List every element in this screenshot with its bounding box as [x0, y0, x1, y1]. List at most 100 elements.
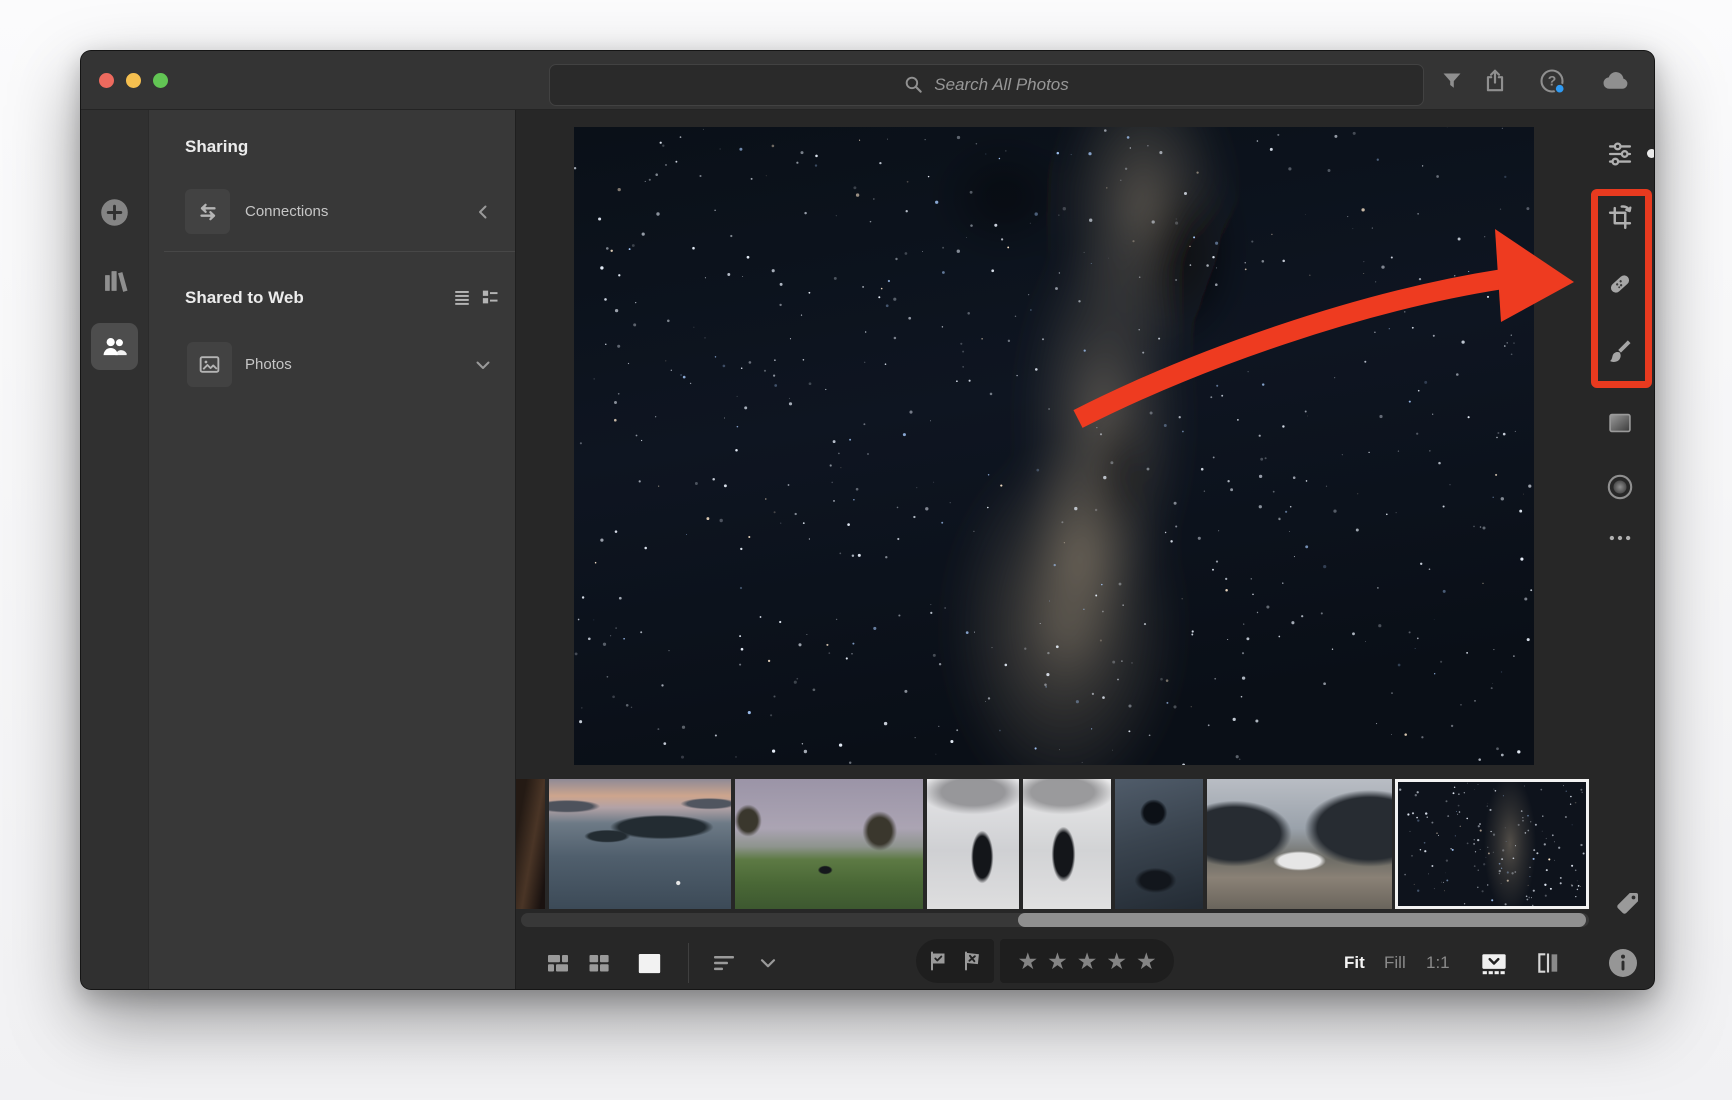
zoom-fill-button[interactable]: Fill — [1384, 950, 1406, 976]
crop-rotate-icon — [1606, 204, 1634, 232]
share-button[interactable] — [1477, 63, 1513, 99]
star-icon[interactable]: ★ — [1047, 950, 1068, 973]
cloud-icon — [1601, 66, 1631, 96]
zoom-fit-button[interactable]: Fit — [1344, 950, 1365, 976]
healing-brush-icon — [1606, 270, 1634, 298]
filmstrip — [516, 779, 1655, 909]
photos-album-row[interactable]: Photos — [149, 342, 517, 387]
before-after-icon — [1535, 950, 1561, 976]
radial-gradient-tool-button[interactable] — [1602, 469, 1638, 505]
thumbnail[interactable] — [1115, 779, 1203, 909]
star-icon[interactable]: ★ — [1077, 950, 1098, 973]
search-icon — [904, 75, 924, 95]
chevron-down-icon — [471, 353, 495, 377]
before-after-view-button[interactable] — [1531, 946, 1565, 980]
pick-flag-button[interactable] — [925, 948, 951, 974]
list-view-icon — [453, 288, 471, 306]
info-button[interactable] — [1605, 945, 1641, 981]
sharing-panel: Sharing Connections Shared to Web Photos — [148, 110, 516, 990]
info-icon — [1607, 947, 1639, 979]
rail-item-my-photos[interactable] — [91, 257, 138, 304]
list-view-toggle[interactable] — [447, 282, 477, 312]
milky-way-thumb — [1398, 782, 1586, 906]
help-button[interactable]: ? — [1534, 63, 1570, 99]
edit-tool-button[interactable] — [1602, 136, 1638, 172]
cloud-sync-button[interactable] — [1598, 63, 1634, 99]
radial-gradient-icon — [1606, 473, 1634, 501]
star-icon[interactable]: ★ — [1136, 950, 1157, 973]
chevron-left-icon — [471, 200, 495, 224]
star-icon[interactable]: ★ — [1106, 950, 1127, 973]
minimize-button[interactable] — [126, 73, 141, 88]
milky-way-photo — [574, 127, 1534, 765]
filter-button[interactable] — [1434, 63, 1470, 99]
filmstrip-toggle-button[interactable] — [1477, 946, 1511, 980]
star-rating: ★ ★ ★ ★ ★ — [1000, 939, 1174, 983]
thumbnail-selected[interactable] — [1395, 779, 1589, 909]
thumbnail[interactable] — [735, 779, 923, 909]
thumbnail[interactable] — [1207, 779, 1392, 909]
edit-sliders-icon — [1606, 140, 1634, 168]
rail-item-add-photos[interactable] — [91, 189, 138, 236]
thumbnail[interactable] — [516, 779, 545, 909]
people-icon — [101, 333, 129, 361]
photo-grid-icon — [546, 951, 570, 975]
connections-sync-icon — [195, 199, 221, 225]
more-tools-button[interactable] — [1602, 520, 1638, 556]
thumbnail[interactable] — [549, 779, 731, 909]
pick-flag-icon — [926, 949, 950, 973]
titlebar: Search All Photos ? — [81, 51, 1655, 110]
square-grid-view-button[interactable] — [582, 946, 616, 980]
healing-brush-tool-button[interactable] — [1602, 266, 1638, 302]
lightroom-window: Search All Photos ? Sharing — [80, 50, 1655, 990]
filter-icon — [1440, 69, 1464, 93]
toolbar-divider — [688, 943, 689, 983]
help-icon: ? — [1538, 67, 1566, 95]
filmstrip-scrollbar-thumb[interactable] — [1018, 913, 1586, 927]
add-plus-icon — [100, 198, 129, 227]
ellipsis-icon — [1607, 525, 1633, 551]
zoom-1-1-button[interactable]: 1:1 — [1426, 950, 1450, 976]
main-photo-view — [574, 127, 1534, 765]
sort-button[interactable] — [707, 946, 741, 980]
chevron-down-icon — [757, 952, 779, 974]
panel-edge-dot — [1647, 149, 1655, 158]
sort-icon — [712, 951, 736, 975]
share-icon — [1482, 68, 1508, 94]
crop-rotate-tool-button[interactable] — [1602, 200, 1638, 236]
connections-icon-box — [185, 189, 230, 234]
filmstrip-scrollbar-track[interactable] — [521, 913, 1589, 927]
reject-flag-button[interactable] — [959, 948, 985, 974]
detail-view-icon — [636, 950, 663, 977]
flag-controls — [916, 939, 994, 983]
reject-flag-icon — [960, 949, 984, 973]
photo-album-icon — [197, 352, 222, 377]
library-books-icon — [101, 267, 129, 295]
panel-divider — [164, 251, 515, 252]
sharing-panel-title: Sharing — [185, 137, 248, 157]
thumbnail[interactable] — [1023, 779, 1111, 909]
linear-gradient-icon — [1606, 409, 1634, 437]
search-placeholder: Search All Photos — [934, 75, 1069, 95]
star-icon[interactable]: ★ — [1017, 950, 1038, 973]
connections-label: Connections — [245, 189, 328, 234]
photo-grid-view-button[interactable] — [541, 946, 575, 980]
rail-item-sharing[interactable] — [91, 323, 138, 370]
photos-label: Photos — [245, 342, 292, 387]
square-grid-icon — [587, 951, 611, 975]
left-rail — [81, 110, 148, 990]
close-button[interactable] — [99, 73, 114, 88]
brush-icon — [1606, 337, 1634, 365]
detail-view-button[interactable] — [632, 946, 666, 980]
linear-gradient-tool-button[interactable] — [1602, 405, 1638, 441]
sort-options-button[interactable] — [751, 946, 785, 980]
connections-row[interactable]: Connections — [149, 189, 517, 234]
thumbnail[interactable] — [927, 779, 1019, 909]
zoom-button[interactable] — [153, 73, 168, 88]
brush-tool-button[interactable] — [1602, 333, 1638, 369]
photos-icon-box — [187, 342, 232, 387]
detail-list-view-icon — [481, 288, 499, 306]
search-input[interactable]: Search All Photos — [549, 64, 1424, 106]
detail-list-view-toggle[interactable] — [475, 282, 505, 312]
shared-to-web-title: Shared to Web — [185, 288, 304, 308]
